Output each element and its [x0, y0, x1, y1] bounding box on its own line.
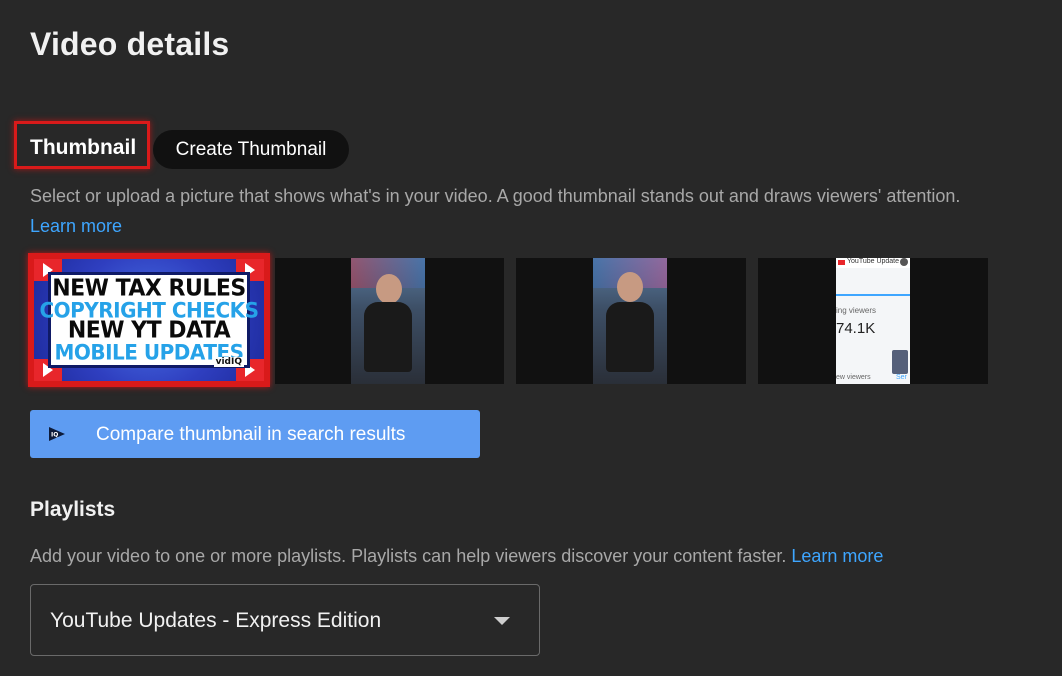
playlist-dropdown[interactable]: YouTube Updates - Express Edition: [30, 584, 540, 656]
playlist-selected-value: YouTube Updates - Express Edition: [50, 609, 382, 632]
screen-label: ing viewers: [836, 306, 877, 315]
video-frame-image: [351, 258, 425, 384]
thumbnail-description: Select or upload a picture that shows wh…: [30, 186, 961, 206]
screen-value: 74.1K: [836, 320, 876, 337]
thumbnail-text-card: NEW TAX RULES COPYRIGHT CHECKS NEW YT DA…: [39, 272, 259, 368]
screen-footer-right: Ser: [896, 374, 907, 381]
video-frame-image: [593, 258, 667, 384]
person-image: [376, 274, 402, 304]
person-image: [364, 302, 412, 372]
thumbnail-option-selected[interactable]: NEW TAX RULES COPYRIGHT CHECKS NEW YT DA…: [28, 253, 270, 387]
compare-button-label: Compare thumbnail in search results: [96, 424, 406, 445]
person-image: [606, 302, 654, 372]
page-title: Video details: [30, 26, 230, 62]
thumbnail-option-frame-1[interactable]: [275, 258, 504, 384]
dropdown-arrow-icon: [494, 617, 510, 625]
playlists-description: Add your video to one or more playlists.…: [30, 546, 883, 567]
vidiq-icon: IQ: [49, 427, 65, 441]
playlists-heading: Playlists: [30, 498, 116, 521]
screen-footer: ew viewers: [836, 374, 871, 381]
vidiq-logo: vidIQ: [213, 357, 244, 367]
create-thumbnail-button[interactable]: Create Thumbnail: [153, 130, 349, 169]
svg-text:IQ: IQ: [51, 432, 58, 439]
screen-title: YouTube Update: [847, 258, 900, 265]
thumbnail-option-frame-3[interactable]: YouTube Update ing viewers 74.1K ew view…: [758, 258, 988, 384]
person-image: [617, 272, 643, 302]
playlists-description-text: Add your video to one or more playlists.…: [30, 546, 787, 566]
video-details-page: Video details Thumbnail Create Thumbnail…: [0, 0, 1062, 676]
thumbnail-learn-more-link[interactable]: Learn more: [30, 216, 122, 237]
thumbnail-heading: Thumbnail: [30, 136, 137, 159]
compare-thumbnail-button[interactable]: IQ Compare thumbnail in search results: [30, 410, 480, 458]
playlists-learn-more-link[interactable]: Learn more: [791, 546, 883, 566]
video-frame-image: YouTube Update ing viewers 74.1K ew view…: [836, 258, 910, 384]
thumbnail-option-frame-2[interactable]: [516, 258, 746, 384]
selected-thumbnail-image: NEW TAX RULES COPYRIGHT CHECKS NEW YT DA…: [34, 259, 264, 381]
